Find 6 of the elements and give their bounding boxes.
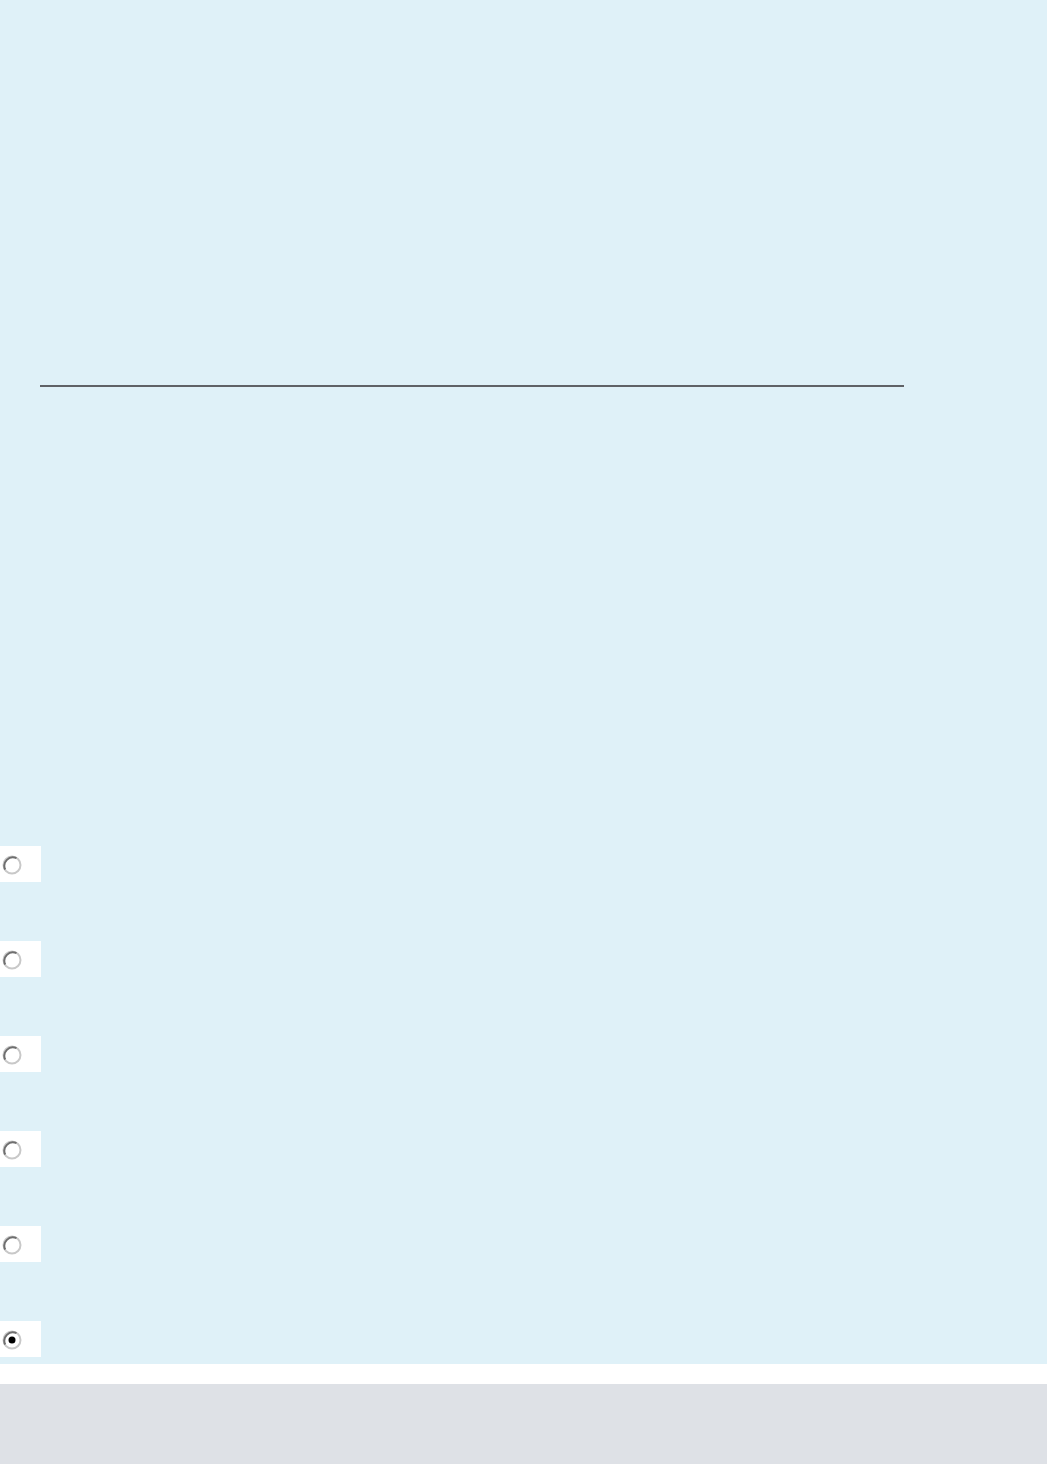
radio-button[interactable] [0,941,41,977]
radio-button[interactable] [0,1131,41,1167]
radio-button[interactable] [0,846,41,882]
radio-button[interactable] [0,1036,41,1072]
radio-button[interactable] [0,1321,41,1357]
radio-button[interactable] [0,1226,41,1262]
